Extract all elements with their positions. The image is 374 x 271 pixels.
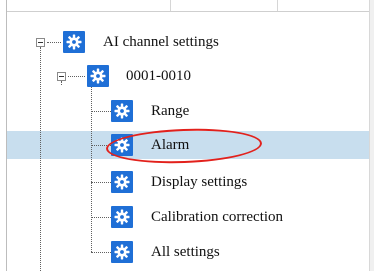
tree-line-outer [40,47,41,271]
tree-item-calibration-correction[interactable]: Calibration correction [151,208,283,226]
tree-branch-root [47,42,61,43]
tree-branch-item [91,182,111,183]
tree-branch-item [91,111,111,112]
column-header-strip [0,0,374,12]
gear-icon [111,171,133,193]
gear-icon [111,241,133,263]
tree-line-root-child [61,81,62,85]
tree-branch-item [91,217,111,218]
tree-branch-item [91,252,111,253]
collapse-toggle-group[interactable] [57,72,66,81]
tree-item-all-settings[interactable]: All settings [151,243,220,261]
collapse-toggle-root[interactable] [36,38,45,47]
tree-branch-group [68,76,85,77]
gear-icon [63,31,85,53]
tree-item-range[interactable]: Range [151,102,189,120]
left-border [0,0,7,271]
gear-icon [87,65,109,87]
column-divider [170,0,171,11]
gear-icon [111,100,133,122]
gear-icon [111,206,133,228]
tree-item-display-settings[interactable]: Display settings [151,173,247,191]
tree-node-ai-channel-settings[interactable]: AI channel settings [103,33,219,51]
right-scrollbar-edge[interactable] [369,0,374,271]
tree-node-channel-group[interactable]: 0001-0010 [126,67,191,85]
column-divider [277,0,278,11]
